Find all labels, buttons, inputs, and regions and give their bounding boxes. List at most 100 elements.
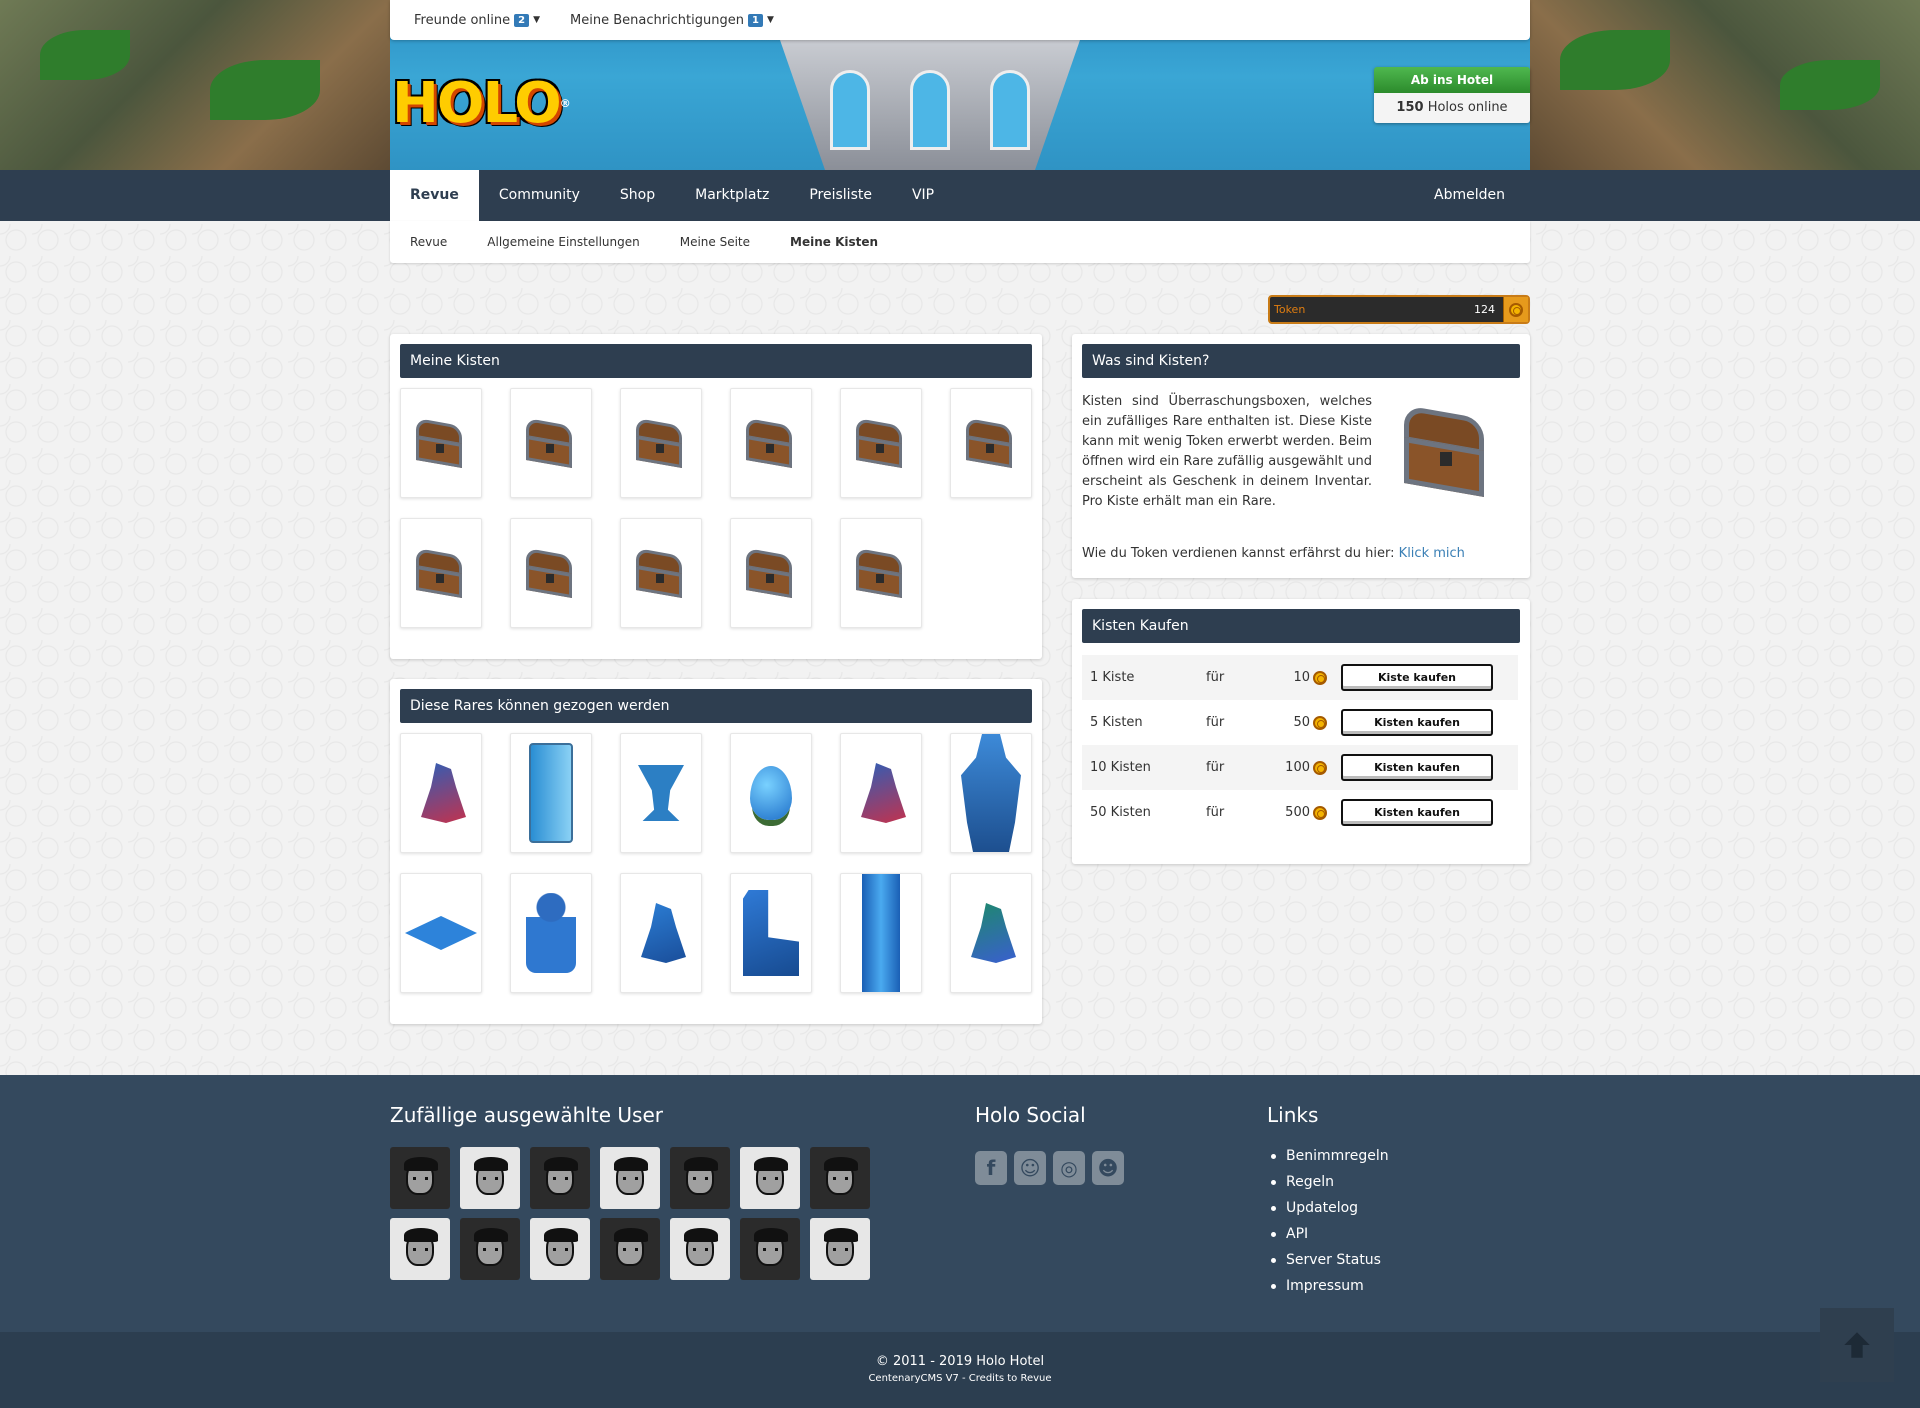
chest-tile[interactable]: [950, 388, 1032, 498]
footer-link-impressum[interactable]: Impressum: [1268, 1273, 1389, 1299]
token-label: Token: [1274, 303, 1306, 316]
buy-button[interactable]: Kiste kaufen: [1341, 664, 1493, 691]
nav-item-community[interactable]: Community: [479, 170, 600, 221]
chest-tile[interactable]: [620, 518, 702, 628]
user-avatar[interactable]: [390, 1218, 450, 1280]
footer: Zufällige ausgewählte User Holo Social L…: [0, 1075, 1920, 1332]
instagram-icon[interactable]: ◎: [1053, 1151, 1085, 1185]
buy-chests-title: Kisten Kaufen: [1082, 609, 1520, 643]
user-avatar[interactable]: [460, 1147, 520, 1209]
footer-link-regeln[interactable]: Regeln: [1268, 1169, 1389, 1195]
chest-tile[interactable]: [400, 388, 482, 498]
chest-tile[interactable]: [510, 388, 592, 498]
coin-icon: [1313, 670, 1327, 685]
palm-leaf-decoration: [1780, 60, 1880, 110]
blue-pillow-icon: [405, 916, 477, 950]
rare-item[interactable]: [730, 733, 812, 853]
subnav-item-my-page[interactable]: Meine Seite: [680, 235, 750, 249]
snapchat-icon[interactable]: ☺: [1014, 1151, 1046, 1185]
user-avatar[interactable]: [670, 1218, 730, 1280]
chest-icon: [632, 417, 690, 469]
user-avatar[interactable]: [600, 1147, 660, 1209]
buy-for-label: für: [1206, 760, 1225, 775]
rare-item[interactable]: [950, 733, 1032, 853]
chest-icon: [742, 417, 800, 469]
user-avatar[interactable]: [530, 1218, 590, 1280]
notifications-dropdown[interactable]: Meine Benachrichtigungen 1 ▼: [570, 13, 774, 28]
buy-price: 50: [1252, 715, 1327, 730]
caret-down-icon: ▼: [533, 15, 540, 25]
rare-item[interactable]: [840, 873, 922, 993]
chest-tile[interactable]: [510, 518, 592, 628]
holo-logo[interactable]: HOLO®: [392, 68, 571, 140]
chest-icon: [632, 547, 690, 599]
user-avatar[interactable]: [670, 1147, 730, 1209]
coin-icon: [1313, 715, 1327, 730]
footer-link-server-status[interactable]: Server Status: [1268, 1247, 1389, 1273]
rare-item[interactable]: [620, 733, 702, 853]
rare-item[interactable]: [840, 733, 922, 853]
earn-token-link[interactable]: Klick mich: [1399, 546, 1465, 561]
chest-tile[interactable]: [840, 388, 922, 498]
nav-item-preisliste[interactable]: Preisliste: [789, 170, 892, 221]
chest-tile[interactable]: [730, 388, 812, 498]
header-scenery-left: [0, 0, 390, 170]
nav-item-revue[interactable]: Revue: [390, 170, 479, 221]
chest-icon: [962, 417, 1020, 469]
subnav-item-my-chests[interactable]: Meine Kisten: [790, 235, 878, 249]
rare-item[interactable]: [400, 733, 482, 853]
rare-item[interactable]: [400, 873, 482, 993]
token-balance: Token 124: [1268, 295, 1530, 324]
user-avatar[interactable]: [530, 1147, 590, 1209]
notifications-label: Meine Benachrichtigungen: [570, 12, 744, 28]
subnav-item-revue[interactable]: Revue: [410, 235, 447, 249]
logout-link[interactable]: Abmelden: [1414, 170, 1530, 221]
scroll-to-top-button[interactable]: [1820, 1308, 1894, 1382]
footer-link-api[interactable]: API: [1268, 1221, 1389, 1247]
user-avatar[interactable]: [810, 1218, 870, 1280]
rare-item[interactable]: [950, 873, 1032, 993]
chest-icon: [742, 547, 800, 599]
subnav-item-settings[interactable]: Allgemeine Einstellungen: [487, 235, 639, 249]
buy-button[interactable]: Kisten kaufen: [1341, 799, 1493, 826]
rare-item[interactable]: [620, 873, 702, 993]
chest-icon: [412, 547, 470, 599]
buy-quantity: 5 Kisten: [1090, 715, 1143, 730]
blue-dragon-icon: [641, 903, 686, 963]
rares-panel: Diese Rares können gezogen werden: [390, 679, 1042, 1024]
nav-item-vip[interactable]: VIP: [892, 170, 954, 221]
cms-credits: CentenaryCMS V7 - Credits to Revue: [868, 1373, 1052, 1384]
footer-link-updatelog[interactable]: Updatelog: [1268, 1195, 1389, 1221]
buy-row: 5 Kisten für 50 Kisten kaufen: [1082, 700, 1518, 745]
user-avatar[interactable]: [740, 1147, 800, 1209]
about-chests-title: Was sind Kisten?: [1082, 344, 1520, 378]
chest-tile[interactable]: [400, 518, 482, 628]
buy-row: 10 Kisten für 100 Kisten kaufen: [1082, 745, 1518, 790]
user-avatar[interactable]: [460, 1218, 520, 1280]
buy-button[interactable]: Kisten kaufen: [1341, 754, 1493, 781]
user-avatar[interactable]: [600, 1218, 660, 1280]
friends-online-dropdown[interactable]: Freunde online 2 ▼: [414, 13, 540, 28]
main-navigation: Revue Community Shop Marktplatz Preislis…: [0, 170, 1920, 221]
user-avatar[interactable]: [740, 1218, 800, 1280]
caret-down-icon: ▼: [766, 15, 774, 25]
chest-tile[interactable]: [840, 518, 922, 628]
buy-quantity: 10 Kisten: [1090, 760, 1151, 775]
ice-cup-icon: [638, 765, 684, 821]
chest-tile[interactable]: [730, 518, 812, 628]
facebook-icon[interactable]: f: [975, 1151, 1007, 1185]
nav-item-marktplatz[interactable]: Marktplatz: [675, 170, 789, 221]
user-avatar[interactable]: [810, 1147, 870, 1209]
enter-hotel-button[interactable]: Ab ins Hotel: [1374, 67, 1530, 93]
rare-item[interactable]: [510, 733, 592, 853]
nav-item-shop[interactable]: Shop: [600, 170, 675, 221]
copyright-text: © 2011 - 2019 Holo Hotel: [875, 1354, 1045, 1369]
rare-item[interactable]: [730, 873, 812, 993]
buy-button[interactable]: Kisten kaufen: [1341, 709, 1493, 736]
rare-item[interactable]: [510, 873, 592, 993]
buy-for-label: für: [1206, 805, 1225, 820]
discord-icon[interactable]: ☻: [1092, 1151, 1124, 1185]
footer-link-benimmregeln[interactable]: Benimmregeln: [1268, 1143, 1389, 1169]
chest-tile[interactable]: [620, 388, 702, 498]
user-avatar[interactable]: [390, 1147, 450, 1209]
